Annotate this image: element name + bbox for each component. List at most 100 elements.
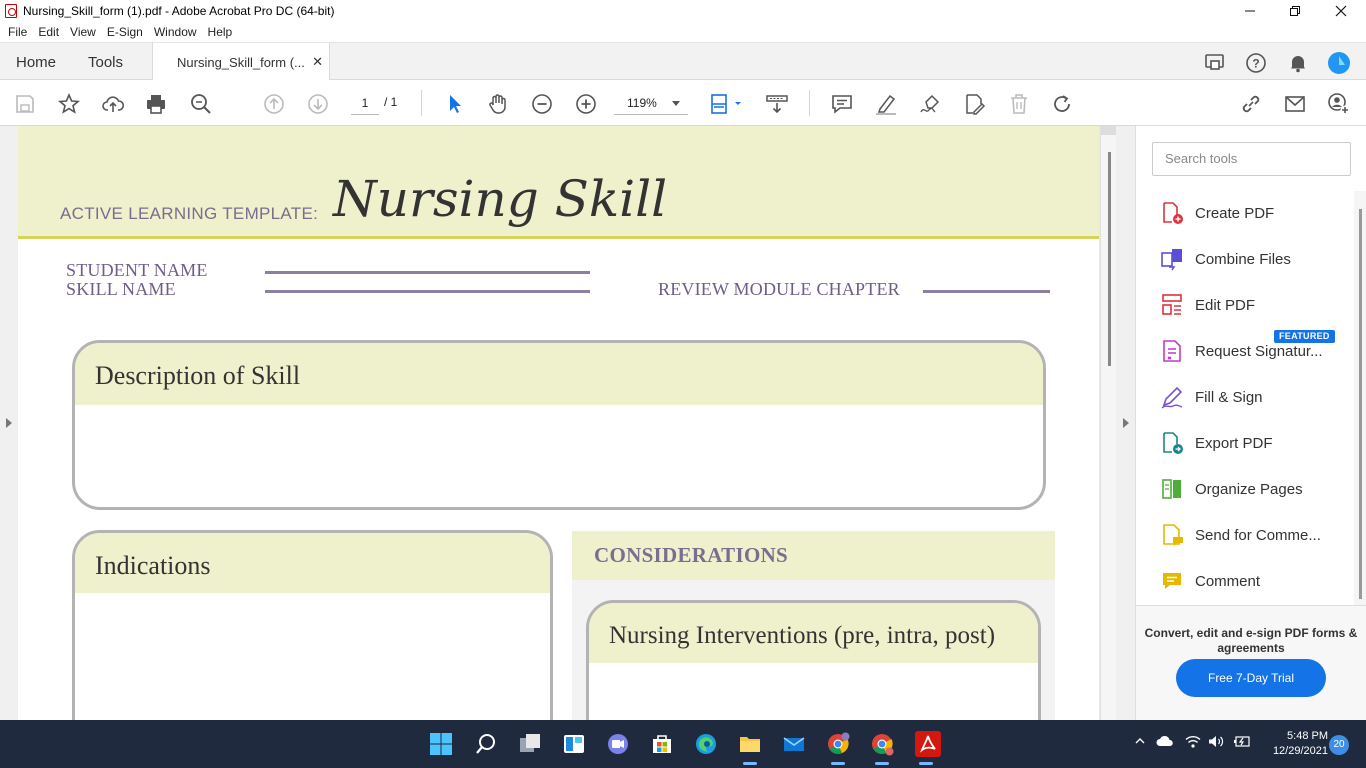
scrollbar-thumb[interactable] bbox=[1108, 152, 1111, 366]
system-clock[interactable]: 5:48 PM 12/29/2021 bbox=[1258, 729, 1328, 759]
zoom-out-icon[interactable] bbox=[529, 91, 555, 117]
send-for-comment-icon bbox=[1163, 524, 1183, 546]
bookmark-star-icon[interactable] bbox=[56, 91, 82, 117]
help-icon[interactable]: ? bbox=[1244, 51, 1268, 75]
previous-page-icon[interactable] bbox=[261, 91, 287, 117]
free-trial-button[interactable]: Free 7-Day Trial bbox=[1176, 659, 1326, 697]
upload-cloud-icon[interactable] bbox=[100, 91, 126, 117]
close-tab-icon[interactable]: ✕ bbox=[312, 54, 323, 70]
teams-chat-icon[interactable] bbox=[604, 730, 632, 758]
acrobat-taskbar-icon[interactable] bbox=[912, 730, 944, 765]
edge-browser-icon[interactable] bbox=[692, 730, 720, 758]
tool-label: Fill & Sign bbox=[1195, 388, 1263, 406]
menu-window[interactable]: Window bbox=[154, 25, 197, 39]
clock-date: 12/29/2021 bbox=[1272, 745, 1328, 757]
skill-name-field[interactable] bbox=[265, 290, 590, 293]
zoom-level-select[interactable]: 119% bbox=[614, 93, 688, 115]
tab-tools[interactable]: Tools bbox=[88, 43, 123, 81]
menu-esign[interactable]: E-Sign bbox=[107, 25, 143, 39]
tool-comment[interactable]: Comment bbox=[1160, 567, 1350, 595]
tool-organize-pages[interactable]: Organize Pages bbox=[1160, 475, 1350, 503]
file-explorer-icon[interactable] bbox=[736, 730, 764, 765]
volume-icon[interactable] bbox=[1208, 735, 1224, 751]
tool-send-for-comments[interactable]: Send for Comme... bbox=[1160, 521, 1350, 549]
document-scrollbar[interactable] bbox=[1100, 126, 1116, 720]
tool-create-pdf[interactable]: Create PDF bbox=[1160, 199, 1350, 227]
tools-scrollbar[interactable] bbox=[1354, 191, 1366, 605]
review-module-field[interactable] bbox=[923, 290, 1050, 293]
page-fit-icon[interactable] bbox=[708, 91, 744, 117]
save-icon[interactable] bbox=[12, 91, 38, 117]
highlight-pen-icon[interactable] bbox=[873, 91, 899, 117]
zoom-level-value: 119% bbox=[627, 96, 657, 110]
page-number-input[interactable]: 1 bbox=[351, 93, 379, 115]
menu-help[interactable]: Help bbox=[208, 25, 233, 39]
delete-trash-icon[interactable] bbox=[1006, 91, 1032, 117]
start-windows-icon[interactable] bbox=[427, 730, 455, 758]
microsoft-store-icon[interactable] bbox=[648, 730, 676, 758]
notification-count-badge[interactable]: 20 bbox=[1329, 735, 1349, 755]
onedrive-cloud-icon[interactable] bbox=[1156, 735, 1174, 750]
find-zoom-icon[interactable] bbox=[188, 91, 214, 117]
tab-document[interactable]: Nursing_Skill_form (... ✕ bbox=[152, 43, 330, 81]
wifi-icon[interactable] bbox=[1185, 735, 1201, 751]
email-icon[interactable] bbox=[1282, 91, 1308, 117]
document-viewport[interactable]: ACTIVE LEARNING TEMPLATE: Nursing Skill … bbox=[0, 126, 1116, 720]
restore-icon bbox=[1290, 6, 1300, 16]
scroll-mode-icon[interactable] bbox=[764, 91, 790, 117]
menu-edit[interactable]: Edit bbox=[38, 25, 59, 39]
edit-document-icon[interactable] bbox=[961, 91, 987, 117]
select-cursor-icon[interactable] bbox=[441, 91, 467, 117]
tool-fill-sign[interactable]: Fill & Sign bbox=[1160, 383, 1350, 411]
share-link-icon[interactable] bbox=[1238, 91, 1264, 117]
window-title: Nursing_Skill_form (1).pdf - Adobe Acrob… bbox=[23, 4, 335, 18]
tool-combine-files[interactable]: Combine Files bbox=[1160, 245, 1350, 273]
minimize-button[interactable] bbox=[1227, 0, 1273, 22]
indications-section: Indications bbox=[72, 530, 553, 720]
add-user-icon[interactable] bbox=[1326, 91, 1352, 117]
hand-tool-icon[interactable] bbox=[485, 91, 511, 117]
print-icon[interactable] bbox=[143, 91, 169, 117]
close-icon bbox=[1335, 5, 1347, 17]
tool-export-pdf[interactable]: Export PDF bbox=[1160, 429, 1350, 457]
tool-label: Export PDF bbox=[1195, 434, 1273, 452]
right-panel-toggle[interactable] bbox=[1116, 126, 1136, 720]
chrome-browser-icon[interactable] bbox=[824, 730, 852, 765]
close-window-button[interactable] bbox=[1318, 0, 1364, 22]
next-page-icon[interactable] bbox=[305, 91, 331, 117]
tab-home[interactable]: Home bbox=[16, 43, 56, 81]
menu-file[interactable]: File bbox=[8, 25, 27, 39]
account-avatar-icon[interactable] bbox=[1327, 51, 1351, 75]
share-screen-icon[interactable] bbox=[1203, 51, 1227, 75]
comment-tool-icon[interactable] bbox=[829, 91, 855, 117]
student-name-field[interactable] bbox=[265, 271, 590, 274]
expand-left-panel-icon bbox=[6, 418, 12, 428]
scroll-up-button[interactable] bbox=[1101, 126, 1116, 135]
request-signature-icon bbox=[1163, 340, 1181, 362]
toolbar-divider bbox=[809, 90, 810, 116]
battery-icon[interactable] bbox=[1233, 735, 1251, 751]
menu-view[interactable]: View bbox=[70, 25, 96, 39]
widgets-icon[interactable] bbox=[560, 730, 588, 758]
export-pdf-icon bbox=[1163, 432, 1183, 454]
task-view-icon[interactable] bbox=[516, 730, 544, 758]
left-panel-toggle[interactable] bbox=[0, 126, 18, 720]
combine-files-icon bbox=[1161, 249, 1182, 271]
sign-pen-icon[interactable] bbox=[917, 91, 943, 117]
tool-edit-pdf[interactable]: Edit PDF bbox=[1160, 291, 1350, 319]
search-tools-input[interactable]: Search tools bbox=[1152, 142, 1351, 176]
interventions-section: Nursing Interventions (pre, intra, post) bbox=[586, 600, 1041, 720]
tools-scrollbar-thumb[interactable] bbox=[1359, 209, 1362, 599]
notifications-bell-icon[interactable] bbox=[1286, 51, 1310, 75]
pdf-page[interactable]: ACTIVE LEARNING TEMPLATE: Nursing Skill … bbox=[18, 126, 1099, 720]
indications-header: Indications bbox=[95, 551, 211, 580]
fill-sign-icon bbox=[1161, 386, 1183, 409]
search-icon[interactable] bbox=[472, 730, 500, 758]
rotate-icon[interactable] bbox=[1049, 91, 1075, 117]
restore-button[interactable] bbox=[1272, 0, 1318, 22]
show-hidden-icons-chevron-icon[interactable] bbox=[1134, 735, 1146, 750]
page-total: / 1 bbox=[384, 95, 398, 109]
chrome-profile-icon[interactable] bbox=[868, 730, 896, 765]
mail-icon[interactable] bbox=[780, 730, 808, 758]
zoom-in-icon[interactable] bbox=[573, 91, 599, 117]
